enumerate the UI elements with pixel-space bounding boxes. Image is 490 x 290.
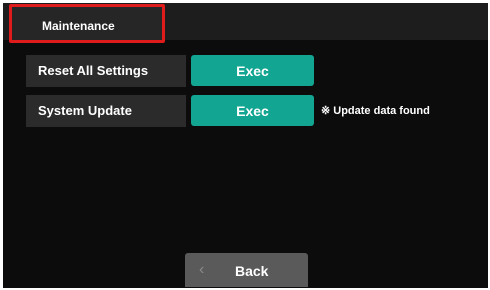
- chevron-left-icon: ‹: [199, 261, 205, 278]
- reset-all-settings-label: Reset All Settings: [26, 55, 186, 87]
- back-button-label: Back: [235, 263, 269, 279]
- back-button[interactable]: ‹ Back: [185, 253, 308, 287]
- system-update-label: System Update: [26, 95, 186, 127]
- reset-exec-button[interactable]: Exec: [191, 55, 314, 86]
- tab-maintenance-label: Maintenance: [42, 19, 115, 33]
- system-update-exec-button[interactable]: Exec: [191, 95, 314, 126]
- maintenance-screen: Maintenance Reset All Settings Exec Syst…: [3, 3, 488, 288]
- header-bar: Maintenance: [3, 3, 488, 43]
- tab-maintenance[interactable]: Maintenance: [9, 4, 165, 43]
- update-status-note: ※ Update data found: [321, 105, 430, 117]
